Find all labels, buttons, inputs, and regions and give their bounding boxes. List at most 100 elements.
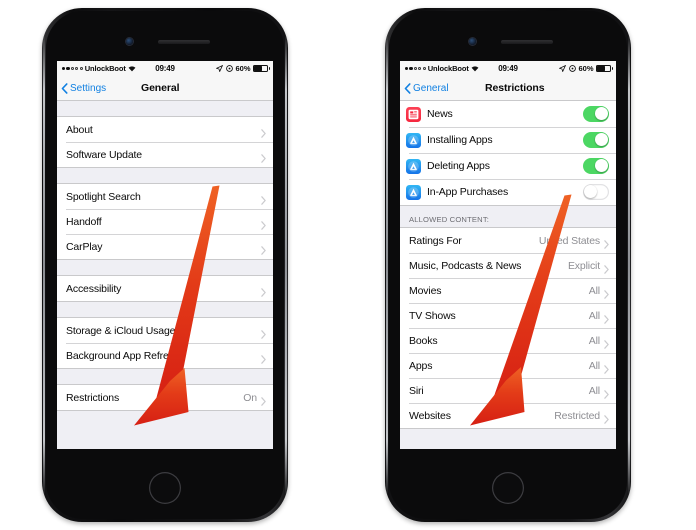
list-item-siri[interactable]: Siri All	[400, 378, 616, 403]
battery-percent: 60%	[235, 64, 251, 73]
list-item-accessibility[interactable]: Accessibility	[57, 276, 273, 301]
toggle-row-label: News	[427, 108, 453, 120]
home-button[interactable]	[492, 472, 524, 504]
list-item-value: Explicit	[567, 259, 600, 272]
list-item-label: Handoff	[66, 215, 102, 228]
list-item-websites[interactable]: Websites Restricted	[400, 403, 616, 428]
settings-group-4: Storage & iCloud Usage Background App Re…	[57, 317, 273, 369]
chevron-right-icon	[604, 236, 609, 249]
rotation-lock-icon	[569, 65, 576, 72]
chevron-right-icon	[261, 150, 266, 163]
chevron-right-icon	[261, 242, 266, 255]
chevron-right-icon	[261, 326, 266, 339]
list-item-value: On	[243, 391, 257, 404]
list-item-label: TV Shows	[409, 309, 456, 322]
deleting-apps-toggle[interactable]	[583, 158, 609, 174]
earpiece-speaker	[158, 40, 210, 44]
list-item-label: Apps	[409, 359, 433, 372]
list-item-tv-shows[interactable]: TV Shows All	[400, 303, 616, 328]
toggle-row-installing-apps[interactable]: Installing Apps	[400, 127, 616, 153]
list-item-restrictions[interactable]: Restrictions On	[57, 385, 273, 410]
battery-icon	[253, 65, 271, 72]
nav-bar-left: Settings General	[57, 76, 273, 101]
list-item-label: Websites	[409, 409, 451, 422]
chevron-right-icon	[604, 411, 609, 424]
chevron-right-icon	[261, 192, 266, 205]
chevron-right-icon	[261, 393, 266, 406]
toggle-row-news[interactable]: News	[400, 101, 616, 127]
list-item-value: Restricted	[554, 409, 600, 422]
list-spacer	[57, 168, 273, 183]
list-item-about[interactable]: About	[57, 117, 273, 142]
list-item-books[interactable]: Books All	[400, 328, 616, 353]
front-camera-icon	[126, 38, 133, 45]
toggle-row-label: Deleting Apps	[427, 160, 490, 172]
list-item-software-update[interactable]: Software Update	[57, 142, 273, 167]
list-item-label: Accessibility	[66, 282, 122, 295]
battery-percent: 60%	[578, 64, 594, 73]
restrictions-toggle-group: News Installing Apps Deleting Apps In-Ap…	[400, 101, 616, 206]
page-title: General	[141, 82, 180, 94]
in-app-purchases-toggle[interactable]	[583, 184, 609, 200]
news-toggle[interactable]	[583, 106, 609, 122]
list-item-value: All	[588, 284, 600, 297]
bezel-highlight-left	[386, 34, 388, 496]
list-item-carplay[interactable]: CarPlay	[57, 234, 273, 259]
installing-apps-toggle[interactable]	[583, 132, 609, 148]
list-item-music-podcasts-news[interactable]: Music, Podcasts & News Explicit	[400, 253, 616, 278]
chevron-left-icon	[404, 82, 411, 94]
news-app-icon	[406, 106, 421, 122]
restrictions-list[interactable]: News Installing Apps Deleting Apps In-Ap…	[400, 101, 616, 449]
chevron-right-icon	[604, 311, 609, 324]
iphone-left: UnlockBoot 09:49 60% Settings General Ab…	[42, 8, 288, 522]
chevron-right-icon	[604, 336, 609, 349]
list-item-value: All	[588, 334, 600, 347]
settings-group-1: About Software Update	[57, 116, 273, 168]
list-item-movies[interactable]: Movies All	[400, 278, 616, 303]
section-header-allowed-content: ALLOWED CONTENT:	[409, 215, 490, 224]
bezel-highlight-right	[285, 34, 287, 496]
list-spacer	[57, 302, 273, 317]
settings-group-2: Spotlight Search Handoff CarPlay	[57, 183, 273, 260]
list-item-label: Siri	[409, 384, 424, 397]
status-bar-right: UnlockBoot 09:49 60%	[400, 61, 616, 76]
battery-icon	[596, 65, 614, 72]
list-item-label: Books	[409, 334, 438, 347]
toggle-row-label: In-App Purchases	[427, 186, 509, 198]
back-button-general[interactable]: General	[400, 83, 449, 94]
chevron-right-icon	[261, 284, 266, 297]
toggle-row-deleting-apps[interactable]: Deleting Apps	[400, 153, 616, 179]
list-spacer	[57, 369, 273, 384]
list-item-spotlight-search[interactable]: Spotlight Search	[57, 184, 273, 209]
back-button-label: General	[413, 82, 449, 94]
toggle-row-in-app-purchases[interactable]: In-App Purchases	[400, 179, 616, 205]
settings-group-5: Restrictions On	[57, 384, 273, 411]
bezel-highlight-right	[628, 34, 630, 496]
earpiece-speaker	[501, 40, 553, 44]
list-item-storage-icloud-usage[interactable]: Storage & iCloud Usage	[57, 318, 273, 343]
rotation-lock-icon	[226, 65, 233, 72]
chevron-right-icon	[604, 261, 609, 274]
allowed-content-group: Ratings For United States Music, Podcast…	[400, 227, 616, 429]
list-item-value: United States	[538, 234, 600, 247]
list-item-ratings-for[interactable]: Ratings For United States	[400, 228, 616, 253]
list-item-handoff[interactable]: Handoff	[57, 209, 273, 234]
list-item-label: About	[66, 123, 93, 136]
home-button[interactable]	[149, 472, 181, 504]
list-item-value: All	[588, 309, 600, 322]
back-button-settings[interactable]: Settings	[57, 83, 106, 94]
chevron-right-icon	[261, 217, 266, 230]
settings-group-3: Accessibility	[57, 275, 273, 302]
toggle-row-label: Installing Apps	[427, 134, 493, 146]
status-right-group: 60%	[558, 64, 614, 73]
back-button-label: Settings	[70, 82, 107, 94]
status-bar-left: UnlockBoot 09:49 60%	[57, 61, 273, 76]
screenshot-canvas: UnlockBoot 09:49 60% Settings General Ab…	[0, 0, 696, 530]
settings-list-general[interactable]: About Software Update Spotlight Search H…	[57, 101, 273, 449]
list-item-apps[interactable]: Apps All	[400, 353, 616, 378]
list-item-background-app-refresh[interactable]: Background App Refresh	[57, 343, 273, 368]
front-camera-icon	[469, 38, 476, 45]
location-arrow-icon	[558, 64, 567, 73]
list-item-label: Background App Refresh	[66, 349, 180, 362]
screen-left: UnlockBoot 09:49 60% Settings General Ab…	[57, 61, 273, 449]
